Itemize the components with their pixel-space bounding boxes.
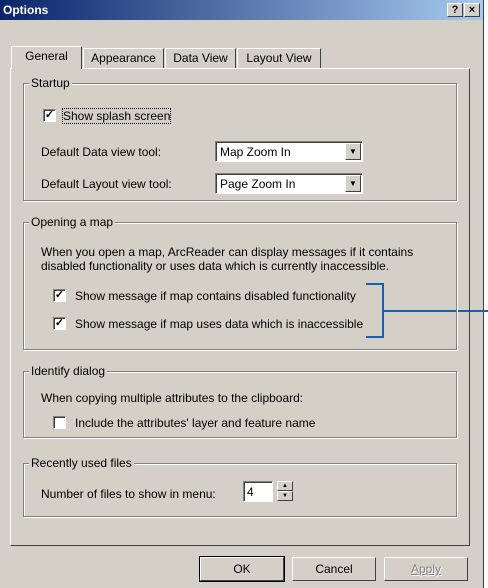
splash-label[interactable]: Show splash screen bbox=[61, 108, 172, 124]
recent-count-input[interactable]: 4 bbox=[243, 481, 273, 502]
tab-appearance-label: Appearance bbox=[91, 51, 156, 65]
inaccessible-data-label[interactable]: Show message if map uses data which is i… bbox=[75, 317, 363, 331]
recent-count-value: 4 bbox=[247, 485, 254, 499]
opening-map-group-label: Opening a map bbox=[29, 215, 116, 229]
layout-tool-select[interactable]: Page Zoom In ▼ bbox=[215, 173, 363, 194]
apply-label: Apply bbox=[410, 562, 442, 576]
data-tool-label: Default Data view tool: bbox=[41, 145, 162, 159]
tab-data-view-label: Data View bbox=[173, 51, 228, 65]
spin-up-icon[interactable]: ▲ bbox=[277, 481, 293, 491]
spin-down-icon[interactable]: ▼ bbox=[277, 491, 293, 501]
tab-data-view[interactable]: Data View bbox=[165, 48, 236, 68]
tab-general[interactable]: General bbox=[11, 46, 82, 69]
title-bar[interactable]: Options ? × bbox=[0, 0, 483, 20]
opening-desc-line2: disabled functionality or uses data whic… bbox=[41, 259, 390, 273]
ok-button[interactable]: OK bbox=[199, 556, 285, 582]
chevron-down-icon[interactable]: ▼ bbox=[345, 143, 361, 160]
window-title: Options bbox=[3, 3, 49, 17]
chevron-down-icon[interactable]: ▼ bbox=[345, 175, 361, 192]
data-tool-select[interactable]: Map Zoom In ▼ bbox=[215, 141, 363, 162]
startup-group-label: Startup bbox=[29, 76, 72, 90]
opening-desc-line1: When you open a map, ArcReader can displ… bbox=[41, 245, 414, 259]
identify-group-label: Identify dialog bbox=[29, 364, 108, 378]
general-tab-panel: Startup ✓ Show splash screen Default Dat… bbox=[10, 68, 470, 546]
recent-count-spinner[interactable]: ▲ ▼ bbox=[277, 481, 295, 502]
options-dialog: Options ? × General Appearance Data View… bbox=[0, 0, 484, 588]
recent-files-group-label: Recently used files bbox=[29, 456, 134, 470]
cancel-button[interactable]: Cancel bbox=[292, 557, 376, 581]
tab-layout-view-label: Layout View bbox=[246, 51, 312, 65]
disabled-func-checkbox[interactable]: ✓ bbox=[53, 289, 66, 302]
layout-tool-label: Default Layout view tool: bbox=[41, 177, 172, 191]
include-layer-checkbox[interactable] bbox=[53, 416, 66, 429]
tab-general-label: General bbox=[25, 49, 68, 63]
recent-count-label: Number of files to show in menu: bbox=[41, 487, 216, 501]
layout-tool-value: Page Zoom In bbox=[220, 177, 296, 191]
close-button[interactable]: × bbox=[464, 3, 480, 17]
data-tool-value: Map Zoom In bbox=[220, 145, 291, 159]
inaccessible-data-checkbox[interactable]: ✓ bbox=[53, 317, 66, 330]
tab-layout-view[interactable]: Layout View bbox=[237, 48, 321, 68]
include-layer-label[interactable]: Include the attributes' layer and featur… bbox=[75, 416, 315, 430]
splash-checkbox[interactable]: ✓ bbox=[43, 109, 56, 122]
help-button[interactable]: ? bbox=[447, 3, 463, 17]
apply-button[interactable]: Apply bbox=[384, 557, 468, 581]
disabled-func-label[interactable]: Show message if map contains disabled fu… bbox=[75, 289, 356, 303]
identify-desc: When copying multiple attributes to the … bbox=[41, 391, 304, 405]
tab-appearance[interactable]: Appearance bbox=[83, 48, 164, 68]
